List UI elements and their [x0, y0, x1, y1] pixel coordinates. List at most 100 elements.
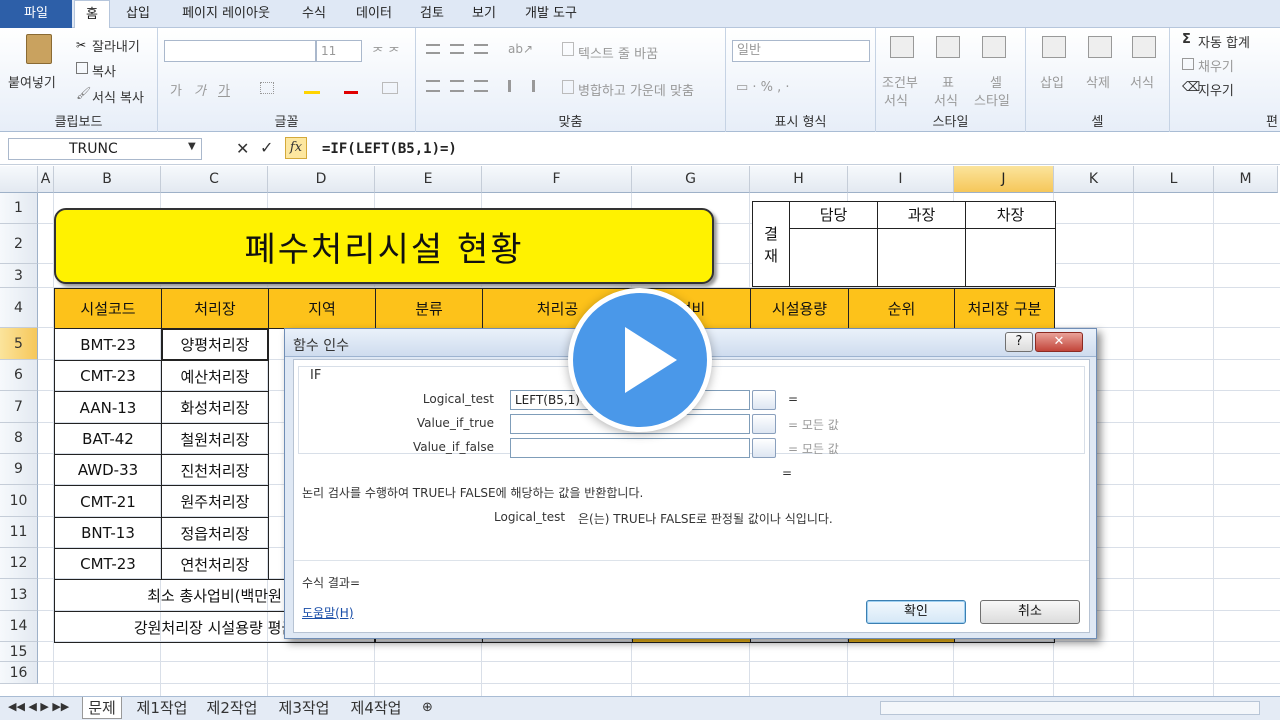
align-center-icon[interactable] [450, 80, 464, 92]
column-header-a[interactable]: A [38, 166, 54, 193]
table-header-6[interactable]: 시설용량 [750, 288, 849, 329]
clear-button[interactable]: 지우기 [1198, 80, 1234, 99]
table-cell-code[interactable]: AAN-13 [54, 391, 162, 424]
arg-input-value-if-false[interactable] [510, 438, 750, 458]
copy-button[interactable]: 복사 [92, 61, 116, 80]
align-left-icon[interactable] [426, 80, 440, 92]
table-cell-name[interactable]: 화성처리장 [161, 391, 269, 424]
cancel-icon[interactable]: ✕ [236, 139, 249, 158]
sheet-title[interactable]: 폐수처리시설 현황 [54, 208, 714, 284]
row-header-11[interactable]: 11 [0, 517, 38, 548]
name-box[interactable]: TRUNC [8, 138, 202, 160]
align-right-icon[interactable] [474, 80, 488, 92]
format-table-button[interactable]: 표 [942, 72, 954, 91]
increase-indent-icon[interactable] [532, 80, 546, 92]
row-header-7[interactable]: 7 [0, 391, 38, 423]
tab-data[interactable]: 데이터 [346, 0, 402, 28]
table-cell-name[interactable]: 철원처리장 [161, 423, 269, 455]
row-header-14[interactable]: 14 [0, 611, 38, 642]
approval-sign-2[interactable] [878, 229, 966, 287]
grow-font-icon[interactable]: ᅎ ᅎ [372, 42, 400, 61]
collapse-dialog-icon[interactable] [752, 438, 776, 458]
column-header-k[interactable]: K [1054, 166, 1134, 193]
table-cell-name[interactable]: 예산처리장 [161, 360, 269, 392]
underline-button[interactable]: 가 [218, 80, 230, 99]
sheet-nav-icon[interactable]: ◀◀ ◀ ▶ ▶▶ [8, 700, 69, 713]
approval-sign-3[interactable] [966, 229, 1056, 287]
row-header-13[interactable]: 13 [0, 579, 38, 611]
paste-button[interactable]: 붙여넣기 [8, 72, 56, 91]
video-play-button[interactable] [568, 288, 712, 432]
row-header-15[interactable]: 15 [0, 642, 38, 662]
decrease-indent-icon[interactable] [508, 80, 522, 92]
orientation-icon[interactable]: ab↗ [508, 42, 533, 56]
sheet-tab-1[interactable]: 제1작업 [132, 697, 192, 719]
table-cell-code[interactable]: AWD-33 [54, 454, 162, 486]
tab-home[interactable]: 홈 [74, 0, 110, 29]
dialog-close-button[interactable]: ✕ [1035, 332, 1083, 352]
phonetic-icon[interactable] [382, 82, 398, 94]
align-middle-icon[interactable] [450, 44, 464, 54]
column-header-j[interactable]: J [954, 166, 1054, 193]
align-top-icon[interactable] [426, 44, 440, 54]
bold-button[interactable]: 가 [170, 80, 182, 99]
table-cell-name[interactable]: 진천처리장 [161, 454, 269, 486]
table-cell-name[interactable]: 정읍처리장 [161, 517, 269, 549]
dialog-help-button[interactable]: ? [1005, 332, 1033, 352]
column-header-b[interactable]: B [54, 166, 161, 193]
approval-sign-1[interactable] [790, 229, 878, 287]
sheet-tab-4[interactable]: 제4작업 [346, 697, 406, 719]
collapse-dialog-icon[interactable] [752, 414, 776, 434]
enter-icon[interactable]: ✓ [260, 138, 273, 157]
sheet-tab-3[interactable]: 제3작업 [274, 697, 334, 719]
tab-developer[interactable]: 개발 도구 [514, 0, 588, 28]
horizontal-scrollbar[interactable] [880, 701, 1260, 715]
table-header-8[interactable]: 처리장 구분 [954, 288, 1055, 329]
table-header-0[interactable]: 시설코드 [54, 288, 162, 329]
column-header-f[interactable]: F [482, 166, 632, 193]
border-icon[interactable] [260, 82, 274, 94]
column-header-e[interactable]: E [375, 166, 482, 193]
table-cell-code[interactable]: BMT-23 [54, 328, 162, 361]
table-header-2[interactable]: 지역 [268, 288, 376, 329]
row-header-5[interactable]: 5 [0, 328, 38, 360]
font-color-icon[interactable] [344, 80, 358, 94]
approval-header-2[interactable]: 과장 [878, 201, 966, 229]
conditional-format-button[interactable]: 조건부 [882, 72, 918, 91]
table-cell-code[interactable]: BNT-13 [54, 517, 162, 549]
tab-insert[interactable]: 삽입 [116, 0, 160, 28]
fill-color-icon[interactable] [304, 80, 320, 94]
table-cell-code[interactable]: CMT-23 [54, 360, 162, 392]
row-header-3[interactable]: 3 [0, 264, 38, 288]
sheet-tab-2[interactable]: 제2작업 [202, 697, 262, 719]
table-header-7[interactable]: 순위 [848, 288, 955, 329]
column-header-h[interactable]: H [750, 166, 848, 193]
insert-cells-button[interactable]: 삽입 [1040, 72, 1064, 91]
table-header-3[interactable]: 분류 [375, 288, 483, 329]
merge-center-button[interactable]: 병합하고 가운데 맞춤 [578, 80, 694, 99]
table-cell-name[interactable]: 연천처리장 [161, 548, 269, 580]
font-name-combo[interactable] [164, 40, 316, 62]
table-cell-name[interactable]: 원주처리장 [161, 485, 269, 518]
sheet-tab-problem[interactable]: 문제 [82, 697, 122, 719]
row-header-10[interactable]: 10 [0, 485, 38, 517]
cell-style-button[interactable]: 셀 [990, 72, 1002, 91]
italic-button[interactable]: 가 [194, 80, 206, 99]
delete-cells-button[interactable]: 삭제 [1086, 72, 1110, 91]
row-header-6[interactable]: 6 [0, 360, 38, 391]
collapse-dialog-icon[interactable] [752, 390, 776, 410]
new-sheet-icon[interactable]: ⊕ [422, 700, 433, 715]
tab-formulas[interactable]: 수식 [292, 0, 336, 28]
insert-function-icon[interactable]: fx [285, 137, 307, 159]
align-bottom-icon[interactable] [474, 44, 488, 54]
row-header-1[interactable]: 1 [0, 193, 38, 224]
fill-button[interactable]: 채우기 [1198, 56, 1234, 75]
column-header-g[interactable]: G [632, 166, 750, 193]
column-header-c[interactable]: C [161, 166, 268, 193]
table-cell-code[interactable]: BAT-42 [54, 423, 162, 455]
tab-file[interactable]: 파일 [0, 0, 72, 28]
tab-view[interactable]: 보기 [462, 0, 506, 28]
row-header-12[interactable]: 12 [0, 548, 38, 579]
number-buttons-icon[interactable]: ▭ · % , · [736, 80, 790, 95]
name-box-dropdown-icon[interactable]: ▼ [188, 141, 196, 152]
